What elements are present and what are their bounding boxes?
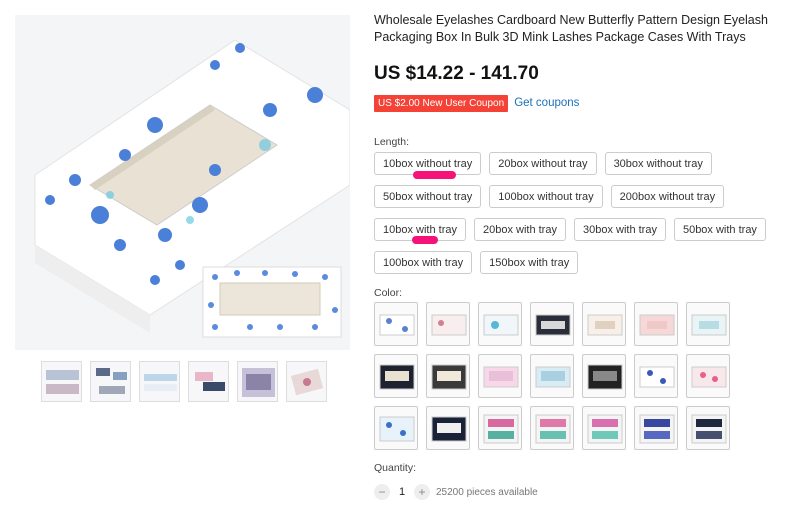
color-swatch-grid <box>374 302 730 458</box>
quantity-increase-button[interactable]: + <box>414 484 430 500</box>
color-swatch[interactable] <box>582 406 626 450</box>
color-swatch[interactable] <box>686 354 730 398</box>
thumbnail[interactable] <box>286 361 327 402</box>
length-option[interactable]: 200box without tray <box>610 185 725 208</box>
product-info: Wholesale Eyelashes Cardboard New Butter… <box>374 12 786 112</box>
color-swatch[interactable] <box>582 302 626 346</box>
length-option[interactable]: 20box with tray <box>473 218 566 241</box>
length-option[interactable]: 20box without tray <box>489 152 597 175</box>
color-swatch[interactable] <box>478 302 522 346</box>
color-swatch[interactable] <box>374 302 418 346</box>
length-options-row-4: 100box with tray 150box with tray <box>374 251 579 274</box>
thumbnail[interactable] <box>90 361 131 402</box>
get-coupons-link[interactable]: Get coupons <box>514 97 579 109</box>
color-swatch[interactable] <box>686 406 730 450</box>
color-swatch[interactable] <box>582 354 626 398</box>
color-swatch[interactable] <box>686 302 730 346</box>
highlight-mark <box>413 171 456 179</box>
color-swatch[interactable] <box>426 354 470 398</box>
color-swatch[interactable] <box>374 406 418 450</box>
product-price: US $14.22 - 141.70 <box>374 63 539 84</box>
thumbnail[interactable] <box>41 361 82 402</box>
thumbnail[interactable] <box>139 361 180 402</box>
coupon-row: US $2.00 New User Coupon Get coupons <box>374 94 786 112</box>
thumbnail[interactable] <box>237 361 278 402</box>
length-options-row-2: 50box without tray 100box without tray 2… <box>374 185 725 208</box>
color-swatch[interactable] <box>374 354 418 398</box>
length-option[interactable]: 30box without tray <box>604 152 712 175</box>
color-swatch[interactable] <box>478 406 522 450</box>
quantity-stepper: − 1 + 25200 pieces available <box>374 484 538 500</box>
color-label: Color: <box>374 287 403 299</box>
coupon-badge[interactable]: US $2.00 New User Coupon <box>374 94 509 112</box>
thumbnail[interactable] <box>188 361 229 402</box>
highlight-mark <box>412 236 438 244</box>
length-option[interactable]: 150box with tray <box>480 251 579 274</box>
color-swatch[interactable] <box>634 354 678 398</box>
main-product-image[interactable] <box>15 15 350 350</box>
color-swatch[interactable] <box>530 302 574 346</box>
color-swatch[interactable] <box>530 354 574 398</box>
color-swatch[interactable] <box>530 406 574 450</box>
length-option[interactable]: 50box with tray <box>673 218 766 241</box>
color-swatch[interactable] <box>426 406 470 450</box>
quantity-decrease-button[interactable]: − <box>374 484 390 500</box>
length-label: Length: <box>374 136 410 148</box>
color-swatch[interactable] <box>634 406 678 450</box>
thumbnail-strip <box>41 361 327 402</box>
length-option[interactable]: 50box without tray <box>374 185 482 208</box>
color-swatch[interactable] <box>426 302 470 346</box>
color-swatch[interactable] <box>634 302 678 346</box>
quantity-available: 25200 pieces available <box>436 486 538 498</box>
length-option[interactable]: 100box without tray <box>489 185 603 208</box>
color-swatch[interactable] <box>478 354 522 398</box>
quantity-label: Quantity: <box>374 462 417 474</box>
quantity-value[interactable]: 1 <box>390 486 414 498</box>
product-title: Wholesale Eyelashes Cardboard New Butter… <box>374 13 768 44</box>
length-option[interactable]: 100box with tray <box>374 251 473 274</box>
length-option[interactable]: 30box with tray <box>573 218 666 241</box>
